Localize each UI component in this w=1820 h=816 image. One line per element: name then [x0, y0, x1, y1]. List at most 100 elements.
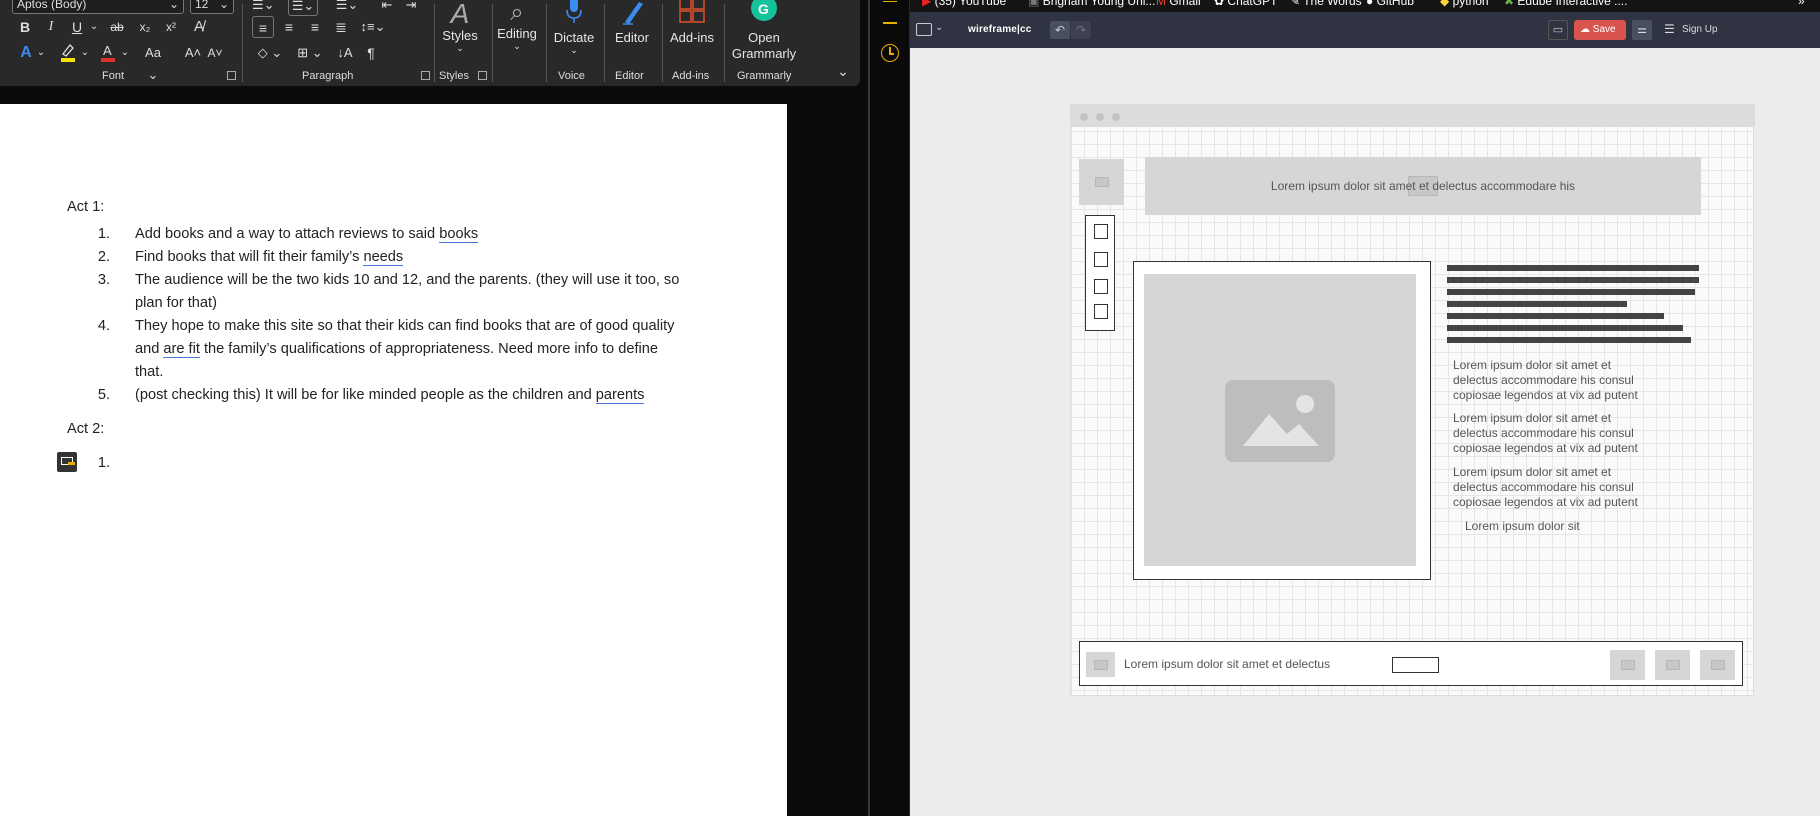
- editing-button[interactable]: ⌕ Editing ⌄: [494, 0, 540, 51]
- chevron-down-icon: ⌄: [513, 41, 521, 51]
- footer-frame[interactable]: Lorem ipsum dolor sit amet et delectus: [1079, 641, 1743, 686]
- shrink-font-button[interactable]: A˅: [206, 42, 224, 64]
- github-icon: ●: [1366, 0, 1374, 8]
- paragraph-dialog-launcher[interactable]: [421, 71, 430, 80]
- footer-text: Lorem ipsum dolor sit amet et delectus: [1124, 657, 1331, 671]
- decrease-indent-button[interactable]: ⇤: [378, 0, 396, 16]
- underline-button[interactable]: U: [68, 16, 86, 38]
- chevron-down-icon: ⌄: [456, 43, 464, 53]
- wireframe-canvas[interactable]: Lorem ipsum dolor sit amet et delectus a…: [910, 48, 1820, 816]
- spelling-flag-word[interactable]: parents: [595, 387, 645, 404]
- chevron-down-icon[interactable]: ⌄: [88, 16, 100, 38]
- footer-icon-placeholder[interactable]: [1655, 650, 1690, 680]
- editor-group-label: Editor: [615, 70, 644, 82]
- bookmarks-overflow-icon[interactable]: »: [1798, 0, 1805, 8]
- save-button[interactable]: ☁ Save: [1574, 20, 1626, 40]
- header-placeholder[interactable]: Lorem ipsum dolor sit amet et delectus a…: [1145, 157, 1701, 215]
- bookmark-the-words[interactable]: ✎ The Words: [1290, 0, 1362, 8]
- text-bar: [1447, 289, 1695, 295]
- font-dialog-launcher[interactable]: [227, 71, 236, 80]
- checkbox[interactable]: [1094, 224, 1108, 239]
- chevron-down-icon[interactable]: ⌄: [80, 42, 90, 64]
- spelling-flag-word[interactable]: are fit: [163, 341, 200, 358]
- bullets-button[interactable]: ☰⌄: [252, 0, 275, 16]
- collapse-ribbon-chevron-icon[interactable]: ⌄: [834, 60, 852, 82]
- menu-icon[interactable]: ☰: [1664, 22, 1675, 36]
- align-left-button[interactable]: ≡: [252, 16, 274, 38]
- window-layout-icon[interactable]: [916, 23, 932, 36]
- undo-button[interactable]: ↶: [1050, 21, 1070, 39]
- italic-button[interactable]: I: [42, 16, 60, 38]
- addins-grid-icon: [679, 0, 705, 23]
- bookmark-edube[interactable]: ✖ Edube Interactive :...: [1504, 0, 1627, 8]
- main-image-frame[interactable]: [1133, 261, 1431, 580]
- line-spacing-button[interactable]: ↕≡⌄: [356, 16, 390, 38]
- history-clock-icon[interactable]: [881, 44, 899, 62]
- footer-icon-placeholder[interactable]: [1610, 650, 1645, 680]
- font-name-combo[interactable]: Aptos (Body) ⌄: [12, 0, 184, 14]
- align-center-button[interactable]: ≡: [278, 16, 300, 38]
- word-window: Aptos (Body) ⌄ 12 ⌄ B I U ⌄ ab x₂ x² A̸ A …: [0, 0, 868, 816]
- styles-button[interactable]: A Styles ⌄: [440, 0, 480, 53]
- spelling-flag-word[interactable]: needs: [363, 249, 404, 266]
- font-color-button[interactable]: A: [98, 42, 118, 64]
- borders-button[interactable]: ⊞ ⌄: [292, 42, 328, 64]
- grow-font-button[interactable]: A˄: [184, 42, 202, 64]
- comment-button[interactable]: ▭: [1548, 20, 1568, 40]
- bookmark-gmail[interactable]: M Gmail: [1156, 0, 1201, 8]
- open-grammarly-button[interactable]: G Open Grammarly: [728, 0, 800, 62]
- editor-button[interactable]: Editor: [608, 0, 656, 46]
- paragraph-block: Lorem ipsum dolor sit amet et delectus a…: [1453, 411, 1638, 456]
- show-formatting-marks-button[interactable]: ¶: [362, 42, 380, 64]
- bookmark-chatgpt[interactable]: ✿ ChatGPT: [1214, 0, 1277, 8]
- footer-icon-placeholder[interactable]: [1700, 650, 1735, 680]
- logo-placeholder[interactable]: [1079, 159, 1124, 205]
- dictate-button[interactable]: Dictate ⌄: [550, 0, 598, 55]
- bookmark-github[interactable]: ● GitHub: [1366, 0, 1414, 8]
- superscript-button[interactable]: x²: [162, 16, 180, 38]
- sort-button[interactable]: ↓A: [334, 42, 356, 64]
- clear-formatting-icon[interactable]: A̸: [188, 16, 210, 38]
- addins-button[interactable]: Add-ins: [664, 0, 720, 46]
- change-case-button[interactable]: Aa ⌄: [138, 42, 168, 82]
- checkbox[interactable]: [1094, 304, 1108, 319]
- document-page[interactable]: Act 1: 1. Add books and a way to attach …: [0, 104, 787, 816]
- chevron-down-icon[interactable]: ⌄: [120, 42, 130, 64]
- checkbox[interactable]: [1094, 279, 1108, 294]
- align-right-button[interactable]: ≡: [304, 16, 326, 38]
- paragraph-line: copiosae legendos at vix ad putent: [1453, 495, 1638, 509]
- highlighter-button[interactable]: [58, 42, 78, 64]
- wireframe-brand[interactable]: wireframe|cc: [968, 24, 1032, 35]
- redo-button[interactable]: ↷: [1071, 21, 1091, 39]
- ribbon-divider: [242, 4, 243, 82]
- footer-input[interactable]: [1392, 657, 1439, 673]
- settings-sliders-icon[interactable]: ⚌: [1632, 20, 1652, 40]
- justify-button[interactable]: ≣: [330, 16, 352, 38]
- chevron-down-icon[interactable]: ⌄: [36, 42, 46, 64]
- styles-dialog-launcher[interactable]: [478, 71, 487, 80]
- font-size-combo[interactable]: 12 ⌄: [190, 0, 234, 14]
- shading-button[interactable]: ◇ ⌄: [252, 42, 288, 64]
- sign-up-link[interactable]: Sign Up: [1682, 24, 1718, 35]
- wireframe-board[interactable]: Lorem ipsum dolor sit amet et delectus a…: [1070, 104, 1755, 696]
- footer-logo-placeholder[interactable]: [1086, 652, 1115, 677]
- bookmark-youtube[interactable]: ▶ (35) YouTube: [922, 0, 1006, 8]
- checkbox[interactable]: [1094, 252, 1108, 267]
- image-icon: [1665, 660, 1680, 670]
- bookmark-python[interactable]: ◆ python: [1440, 0, 1489, 8]
- grammarly-widget-icon[interactable]: [57, 452, 77, 472]
- text-effects-button[interactable]: A: [16, 42, 36, 64]
- numbering-button[interactable]: ☰⌄: [288, 0, 318, 16]
- increase-indent-button[interactable]: ⇥: [402, 0, 420, 16]
- strikethrough-button[interactable]: ab: [106, 16, 128, 38]
- font-name-value: Aptos (Body): [17, 0, 87, 11]
- chevron-down-icon[interactable]: ⌄: [935, 22, 943, 33]
- bold-button[interactable]: B: [16, 16, 34, 38]
- subscript-button[interactable]: x₂: [136, 16, 154, 38]
- ribbon-divider: [434, 4, 435, 82]
- bookmark-byu[interactable]: ▣ Brigham Young Uni...: [1028, 0, 1155, 8]
- multilevel-list-button[interactable]: ☰⌄: [332, 0, 362, 16]
- spelling-flag-word[interactable]: books: [439, 226, 479, 243]
- addins-group-label: Add-ins: [672, 70, 710, 82]
- heading-text-bars: [1447, 265, 1703, 355]
